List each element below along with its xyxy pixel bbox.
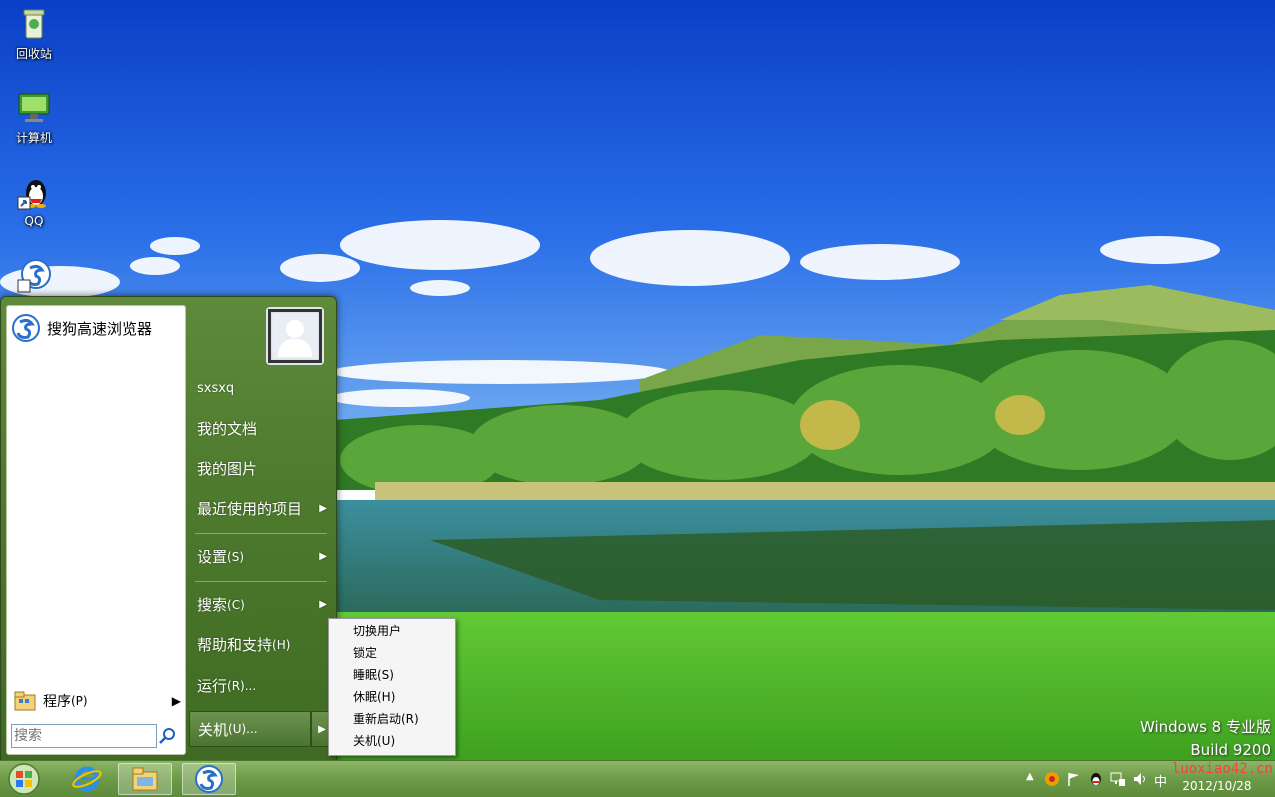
desktop-icon-recycle-bin[interactable]: 回收站 <box>4 6 64 62</box>
start-button[interactable] <box>2 763 46 795</box>
menu-item-help-and-support[interactable]: 帮助和支持 (H) <box>197 634 333 655</box>
sogou-browser-icon <box>16 258 52 294</box>
user-name: sxsxq <box>197 381 235 396</box>
menu-separator <box>195 533 327 534</box>
qq-tray-icon[interactable] <box>1088 771 1104 787</box>
start-search-input[interactable] <box>11 724 157 748</box>
sogou-browser-icon <box>195 765 223 793</box>
desktop-icon-label: 回收站 <box>15 47 52 61</box>
pinned-item-sogou-browser[interactable]: 搜狗高速浏览器 <box>11 312 181 344</box>
input-method-indicator[interactable]: 中 <box>1154 771 1167 790</box>
clock-date: 2012/10/28 <box>1182 779 1252 793</box>
user-avatar[interactable] <box>265 306 325 366</box>
start-menu: 搜狗高速浏览器 程序 (P) ▶ sxsxq 我的文档 我的图片 最近使用的项目… <box>0 296 337 763</box>
menu-item-shortcut-key: (H) <box>272 637 291 652</box>
menu-item-settings[interactable]: 设置 (S) ▶ <box>197 546 333 567</box>
menu-item-label: 我的文档 <box>197 420 258 438</box>
pinned-item-label: 搜狗高速浏览器 <box>47 319 153 338</box>
power-item-sleep[interactable]: 睡眠(S) <box>329 664 455 686</box>
menu-item-my-pictures[interactable]: 我的图片 <box>197 458 333 479</box>
volume-icon[interactable] <box>1132 771 1148 787</box>
programs-shortcut-key: (P) <box>71 694 88 708</box>
taskbar-ie-button[interactable] <box>60 763 114 795</box>
shutdown-shortcut-key: (U)... <box>228 722 258 736</box>
taskbar-explorer-button[interactable] <box>118 763 172 795</box>
taskbar: ▲ 中 2012/10/28 luoxiao42.cn <box>0 760 1275 797</box>
windows-version-watermark: Windows 8 专业版 Build 9200 <box>1140 716 1271 762</box>
search-icon[interactable] <box>157 726 177 746</box>
watermark-edition: Windows 8 专业版 <box>1139 718 1271 736</box>
menu-item-run[interactable]: 运行 (R)... <box>197 675 333 696</box>
show-hidden-icons-icon[interactable]: ▲ <box>1026 771 1034 782</box>
site-watermark: luoxiao42.cn <box>1171 761 1273 777</box>
menu-item-label: 最近使用的项目 <box>197 500 303 518</box>
menu-item-recent-items[interactable]: 最近使用的项目 ▶ <box>197 498 333 519</box>
menu-item-shortcut-key: (S) <box>227 549 244 564</box>
shutdown-label: 关机 <box>198 720 229 739</box>
computer-icon <box>16 90 52 126</box>
watermark-build: Build 9200 <box>1190 741 1271 759</box>
chevron-right-icon: ▶ <box>319 503 327 514</box>
file-explorer-icon <box>132 767 158 791</box>
menu-item-my-documents[interactable]: 我的文档 <box>197 418 333 439</box>
power-options-menu: 切换用户 锁定 睡眠(S) 休眠(H) 重新启动(R) 关机(U) <box>328 618 456 756</box>
security-shield-icon[interactable] <box>1044 771 1060 787</box>
qq-penguin-icon <box>16 175 52 211</box>
desktop-icon-computer[interactable]: 计算机 <box>4 90 64 146</box>
menu-item-label: 我的图片 <box>197 460 258 478</box>
menu-item-shortcut-key: (R)... <box>227 678 257 693</box>
desktop-icon-label: QQ <box>24 214 44 228</box>
power-item-switch-user[interactable]: 切换用户 <box>329 620 455 642</box>
menu-item-shortcut-key: (C) <box>227 597 245 612</box>
desktop-icon-qq[interactable]: QQ <box>4 175 64 228</box>
desktop-icon-sogou[interactable] <box>4 258 64 297</box>
power-item-shutdown[interactable]: 关机(U) <box>329 730 455 752</box>
taskbar-sogou-button[interactable] <box>182 763 236 795</box>
power-item-lock[interactable]: 锁定 <box>329 642 455 664</box>
sogou-browser-icon <box>11 313 41 343</box>
menu-item-label: 运行 <box>197 677 228 695</box>
programs-folder-icon <box>13 690 37 712</box>
programs-label: 程序 <box>43 694 71 710</box>
chevron-right-icon: ▶ <box>318 723 326 735</box>
desktop-icon-label: 计算机 <box>15 131 52 145</box>
menu-separator <box>195 581 327 582</box>
windows-orb-icon <box>8 763 40 795</box>
shutdown-button[interactable]: 关机 (U)... <box>189 711 311 747</box>
start-menu-right-pane: sxsxq 我的文档 我的图片 最近使用的项目 ▶ 设置 (S) ▶ 搜索 (C… <box>187 297 336 762</box>
chevron-right-icon: ▶ <box>319 599 327 610</box>
power-item-hibernate[interactable]: 休眠(H) <box>329 686 455 708</box>
action-center-flag-icon[interactable] <box>1066 771 1082 787</box>
menu-item-label: 设置 <box>197 548 228 566</box>
recycle-bin-icon <box>16 6 52 42</box>
system-tray: ▲ 中 2012/10/28 luoxiao42.cn <box>1020 761 1275 797</box>
start-menu-left-pane: 搜狗高速浏览器 程序 (P) ▶ <box>6 305 186 755</box>
all-programs-button[interactable]: 程序 (P) ▶ <box>13 688 181 714</box>
menu-item-label: 搜索 <box>197 596 228 614</box>
chevron-right-icon: ▶ <box>171 694 181 708</box>
menu-item-search[interactable]: 搜索 (C) ▶ <box>197 594 333 615</box>
internet-explorer-icon <box>72 766 102 792</box>
network-icon[interactable] <box>1110 771 1126 787</box>
menu-item-label: 帮助和支持 <box>197 636 273 654</box>
user-silhouette-icon <box>265 306 325 366</box>
power-item-restart[interactable]: 重新启动(R) <box>329 708 455 730</box>
chevron-right-icon: ▶ <box>319 551 327 562</box>
